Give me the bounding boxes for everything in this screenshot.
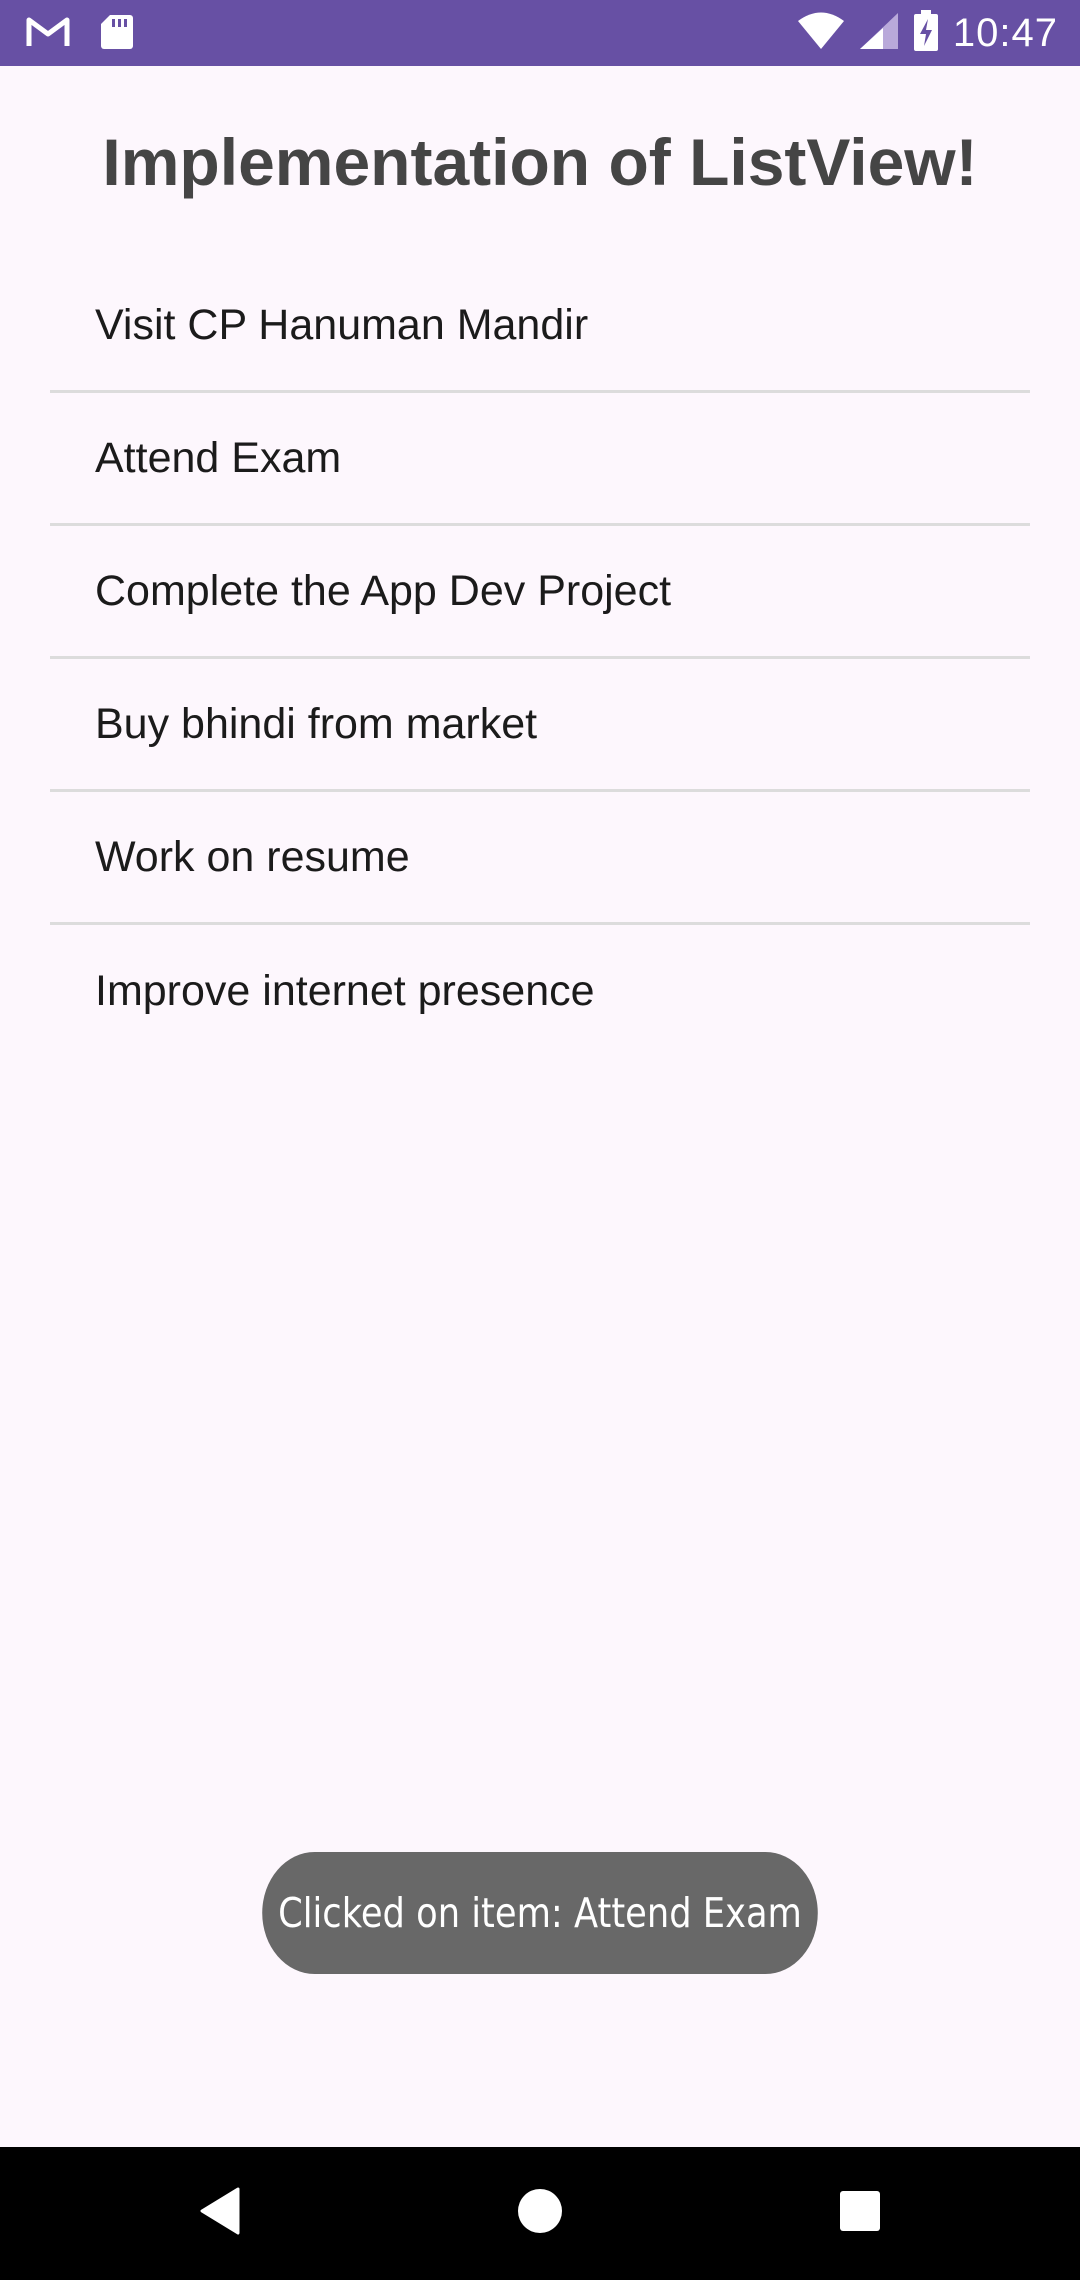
list-item-label: Visit CP Hanuman Mandir: [95, 300, 589, 349]
list-item-label: Complete the App Dev Project: [95, 566, 672, 615]
list-item[interactable]: Complete the App Dev Project: [50, 526, 1030, 659]
back-button[interactable]: [140, 2147, 300, 2280]
app-screen: Implementation of ListView! Visit CP Han…: [0, 66, 1080, 2147]
list-item-label: Improve internet presence: [95, 967, 595, 1015]
status-bar: 10:47: [0, 0, 1080, 66]
toast-message: Clicked on item: Attend Exam: [262, 1852, 818, 1974]
gmail-icon: [26, 16, 70, 53]
list-item[interactable]: Buy bhindi from market: [50, 659, 1030, 792]
list-item[interactable]: Work on resume: [50, 792, 1030, 925]
recents-icon: [839, 2190, 881, 2237]
page-title: Implementation of ListView!: [102, 125, 978, 199]
signal-icon: [859, 12, 899, 55]
list-item[interactable]: Attend Exam: [50, 393, 1030, 526]
back-icon: [198, 2187, 242, 2240]
recents-button[interactable]: [780, 2147, 940, 2280]
status-bar-right: 10:47: [797, 9, 1058, 57]
todo-list: Visit CP Hanuman Mandir Attend Exam Comp…: [50, 260, 1030, 1058]
list-item-label: Work on resume: [95, 832, 410, 881]
list-item-label: Attend Exam: [95, 433, 342, 482]
list-item[interactable]: Visit CP Hanuman Mandir: [50, 260, 1030, 393]
sd-card-icon: [100, 14, 134, 55]
list-item-label: Buy bhindi from market: [95, 699, 538, 748]
list-item[interactable]: Improve internet presence: [50, 925, 1030, 1058]
battery-charging-icon: [913, 9, 939, 57]
status-time: 10:47: [952, 10, 1058, 55]
home-button[interactable]: [460, 2147, 620, 2280]
status-bar-left: [26, 12, 134, 56]
wifi-icon: [797, 12, 845, 55]
navigation-bar: [0, 2147, 1080, 2280]
home-icon: [517, 2188, 563, 2239]
